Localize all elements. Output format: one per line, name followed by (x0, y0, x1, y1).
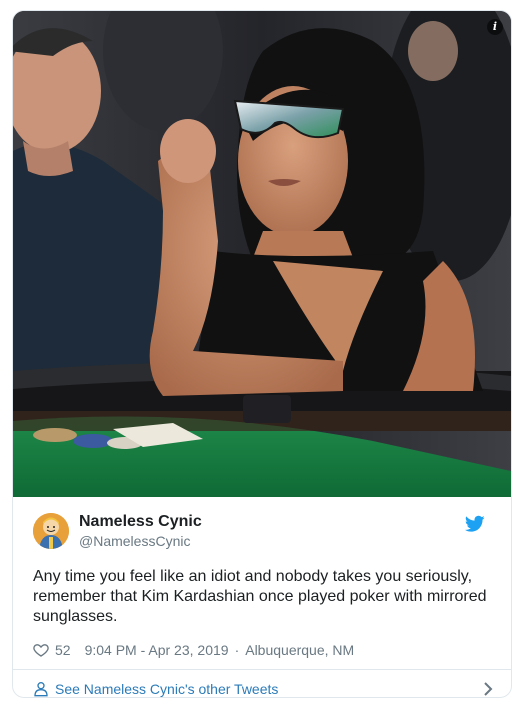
divider (13, 669, 511, 670)
tweet-author[interactable]: Nameless Cynic @NamelessCynic (33, 511, 493, 555)
person-icon (34, 682, 48, 697)
tweet-text: Any time you feel like an idiot and nobo… (33, 568, 487, 625)
info-icon[interactable]: i (487, 19, 503, 35)
author-handle[interactable]: @NamelessCynic (79, 533, 190, 549)
chevron-right-icon[interactable] (483, 682, 493, 696)
author-name[interactable]: Nameless Cynic (79, 513, 202, 531)
avatar-icon[interactable] (33, 513, 69, 549)
meta-separator: · (234, 642, 240, 658)
tweet-card: i Nameless Cynic @NamelessCynic Any time… (12, 10, 512, 698)
other-tweets-link[interactable]: See Nameless Cynic's other Tweets (33, 679, 278, 697)
tweet-timestamp[interactable]: 9:04 PM - Apr 23, 2019 (85, 642, 229, 658)
tweet-meta: 52 9:04 PM - Apr 23, 2019 · Albuquerque,… (33, 641, 354, 659)
twitter-bird-icon[interactable] (465, 515, 485, 533)
tweet-location[interactable]: Albuquerque, NM (245, 642, 354, 658)
like-count[interactable]: 52 (55, 642, 71, 658)
other-tweets-label[interactable]: See Nameless Cynic's other Tweets (55, 681, 278, 697)
heart-icon[interactable] (33, 642, 49, 658)
poker-photo (13, 11, 511, 497)
tweet-photo[interactable]: i (13, 11, 511, 497)
